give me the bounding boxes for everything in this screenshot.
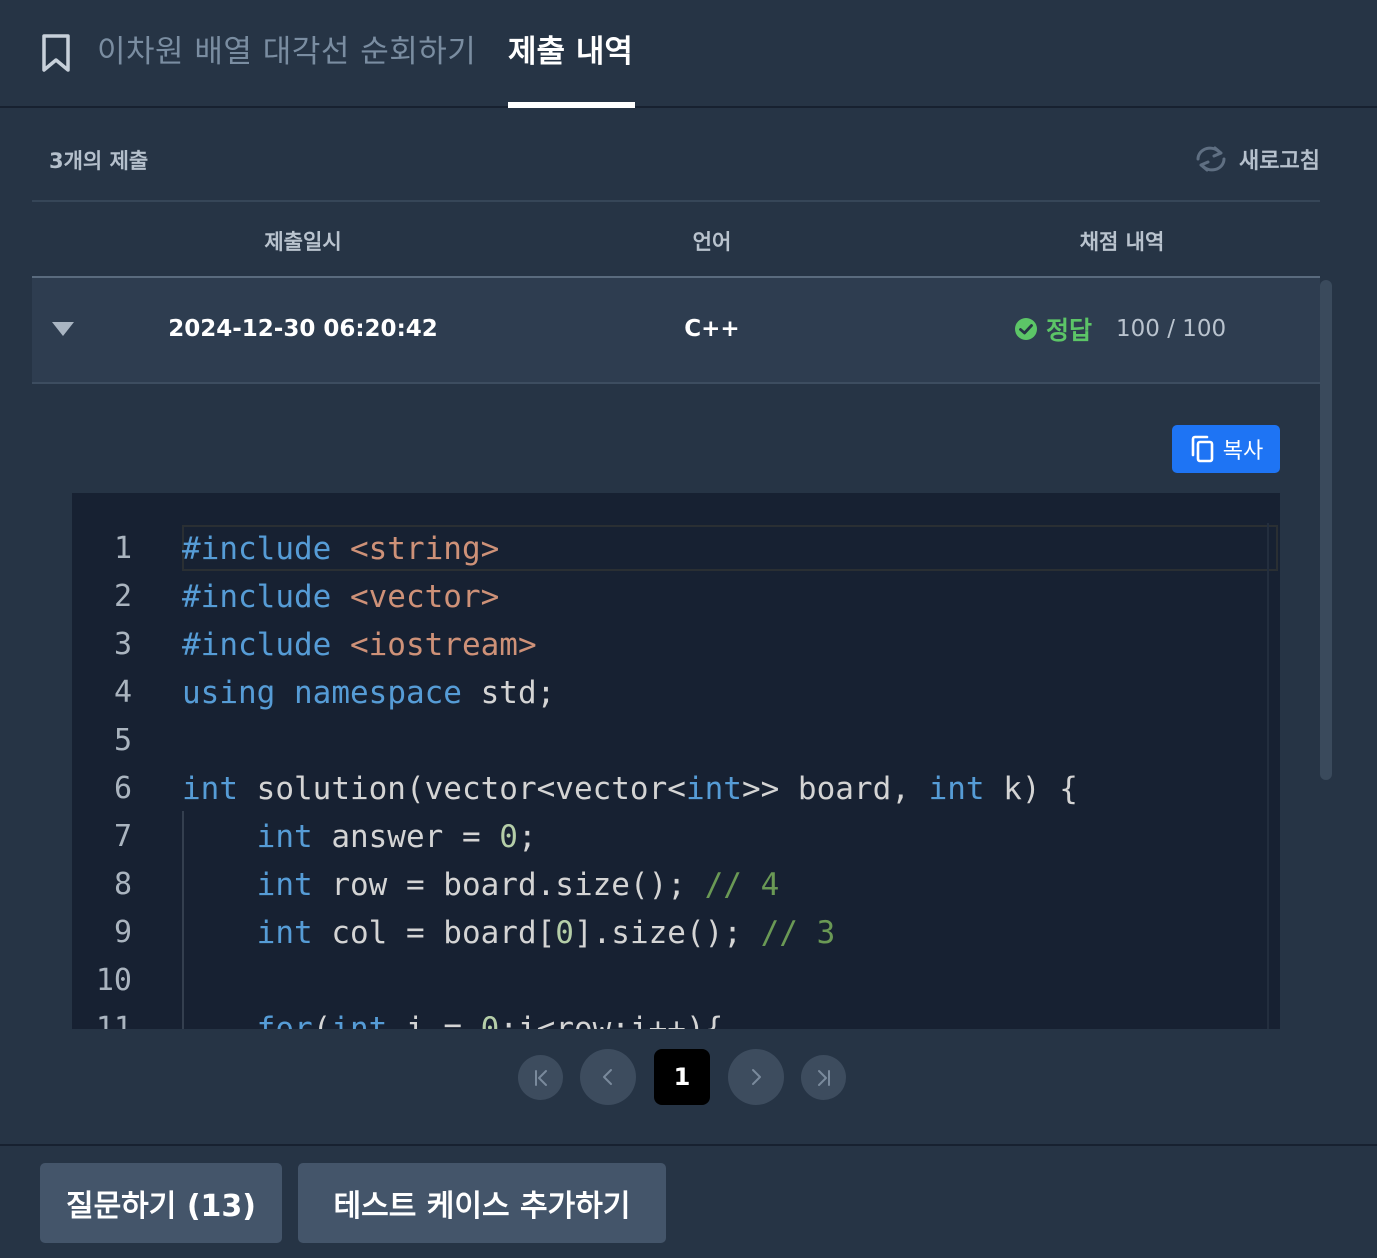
code-line: using namespace std;: [182, 675, 556, 711]
code-line: int col = board[0].size(); // 3: [256, 915, 836, 951]
code-line: #include <string>: [182, 531, 500, 567]
first-page-icon: [534, 1069, 547, 1086]
refresh-label: 새로고침: [1239, 149, 1320, 174]
code-editor[interactable]: 1 2 3 4 5 6 7 8 9 10 11 #include <string…: [72, 493, 1280, 1029]
scrollbar[interactable]: [1320, 280, 1332, 780]
code-line: for(int i = 0;i<row;i++){: [256, 1011, 724, 1029]
prev-page-button[interactable]: [580, 1049, 636, 1105]
code-line: int solution(vector<vector<int>> board, …: [182, 771, 1078, 807]
copy-label: 복사: [1222, 439, 1264, 464]
refresh-icon: [1196, 146, 1226, 172]
copy-icon: [1191, 435, 1214, 463]
tab-submission-history[interactable]: 제출 내역: [508, 26, 633, 71]
line-number: 1: [113, 531, 132, 566]
next-page-icon: [752, 1069, 761, 1085]
line-number-gutter: 1 2 3 4 5 6 7 8 9 10 11: [72, 525, 132, 1029]
caret-down-icon[interactable]: [52, 322, 74, 336]
line-number: 5: [113, 723, 132, 758]
column-header-result: 채점 내역: [1079, 230, 1165, 254]
code-line: int answer = 0;: [256, 819, 537, 855]
line-number: 4: [113, 675, 132, 710]
page-button-current[interactable]: 1: [654, 1049, 710, 1105]
line-number: 8: [113, 867, 132, 902]
column-header-date: 제출일시: [264, 230, 342, 254]
copy-button[interactable]: 복사: [1172, 425, 1280, 473]
submission-language: C++: [684, 316, 740, 342]
prev-page-icon: [603, 1069, 612, 1085]
check-circle-icon: [1015, 318, 1037, 340]
code-line: int row = board.size(); // 4: [256, 867, 780, 903]
tab-bar: 이차원 배열 대각선 순회하기 제출 내역: [0, 0, 1377, 108]
submission-row[interactable]: 2024-12-30 06:20:42 C++ 정답 100 / 100: [32, 278, 1320, 384]
editor-ruler: [1267, 523, 1269, 1029]
active-tab-indicator: [508, 102, 635, 108]
submission-result: 정답 100 / 100: [1014, 311, 1226, 347]
line-number: 10: [95, 963, 132, 998]
line-number: 7: [113, 819, 132, 854]
line-number: 3: [113, 627, 132, 662]
add-testcase-button[interactable]: 테스트 케이스 추가하기: [298, 1163, 666, 1243]
last-page-button[interactable]: [801, 1055, 846, 1100]
submission-date: 2024-12-30 06:20:42: [168, 316, 438, 342]
line-number: 2: [113, 579, 132, 614]
column-header-language: 언어: [692, 230, 732, 254]
refresh-button[interactable]: 새로고침: [1193, 143, 1320, 175]
code-line: #include <iostream>: [182, 627, 537, 663]
table-header: 제출일시 언어 채점 내역: [32, 200, 1320, 278]
last-page-icon: [817, 1069, 830, 1086]
ask-question-button[interactable]: 질문하기 (13): [40, 1163, 282, 1243]
submission-count: 3개의 제출: [49, 149, 149, 173]
first-page-button[interactable]: [518, 1055, 563, 1100]
line-number: 11: [95, 1011, 132, 1029]
line-number: 6: [113, 771, 132, 806]
tab-problem[interactable]: 이차원 배열 대각선 순회하기: [97, 26, 476, 71]
code-content: #include <string> #include <vector> #inclu…: [182, 525, 1078, 1029]
next-page-button[interactable]: [728, 1049, 784, 1105]
line-number: 9: [113, 915, 132, 950]
result-status: 정답: [1046, 316, 1093, 345]
bookmark-icon[interactable]: [40, 33, 72, 73]
result-score: 100 / 100: [1116, 316, 1227, 342]
code-line: #include <vector>: [182, 579, 500, 615]
